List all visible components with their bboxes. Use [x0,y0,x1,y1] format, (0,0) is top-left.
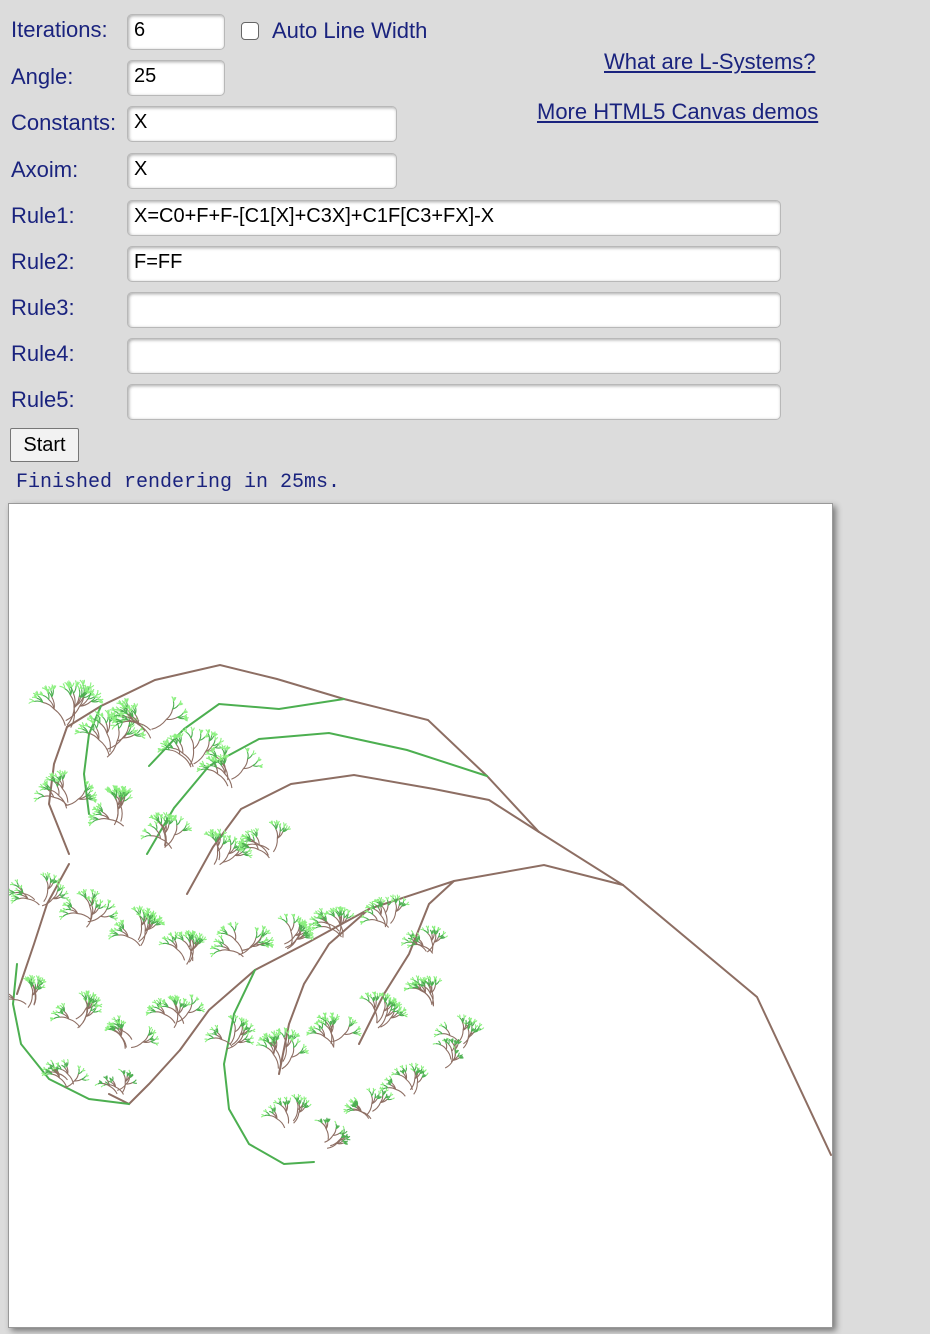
rule4-label: Rule4: [11,341,75,366]
angle-input[interactable]: 25 [127,60,225,96]
rule3-label: Rule3: [11,295,75,320]
iterations-label: Iterations: [11,17,108,42]
main-branch [11,663,832,1166]
iterations-input[interactable]: 6 [127,14,225,50]
render-status: Finished rendering in 25ms. [16,471,341,494]
axiom-input[interactable]: X [127,153,397,189]
more-canvas-demos-link[interactable]: More HTML5 Canvas demos [537,99,818,125]
rule1-label: Rule1: [11,203,75,228]
rule2-input[interactable]: F=FF [127,246,781,282]
constants-label: Constants: [11,110,117,135]
rule4-input[interactable] [127,338,781,374]
lsystem-drawing [9,663,832,1166]
render-canvas[interactable] [8,503,833,1328]
rule1-input[interactable]: X=C0+F+F-[C1[X]+C3X]+C1F[C3+FX]-X [127,200,781,236]
angle-label: Angle: [11,64,74,89]
rule3-input[interactable] [127,292,781,328]
axiom-label: Axoim: [11,157,79,182]
start-button[interactable]: Start [10,428,79,462]
auto-line-width-toggle[interactable]: Auto Line Width [241,18,427,44]
auto-line-width-checkbox[interactable] [241,22,259,40]
fractal-foliage [9,679,485,1149]
auto-line-width-label: Auto Line Width [272,18,428,43]
rule5-label: Rule5: [11,387,75,412]
what-are-lsystems-link[interactable]: What are L-Systems? [604,49,816,75]
rule5-input[interactable] [127,384,781,420]
constants-input[interactable]: X [127,106,397,142]
rule2-label: Rule2: [11,249,75,274]
